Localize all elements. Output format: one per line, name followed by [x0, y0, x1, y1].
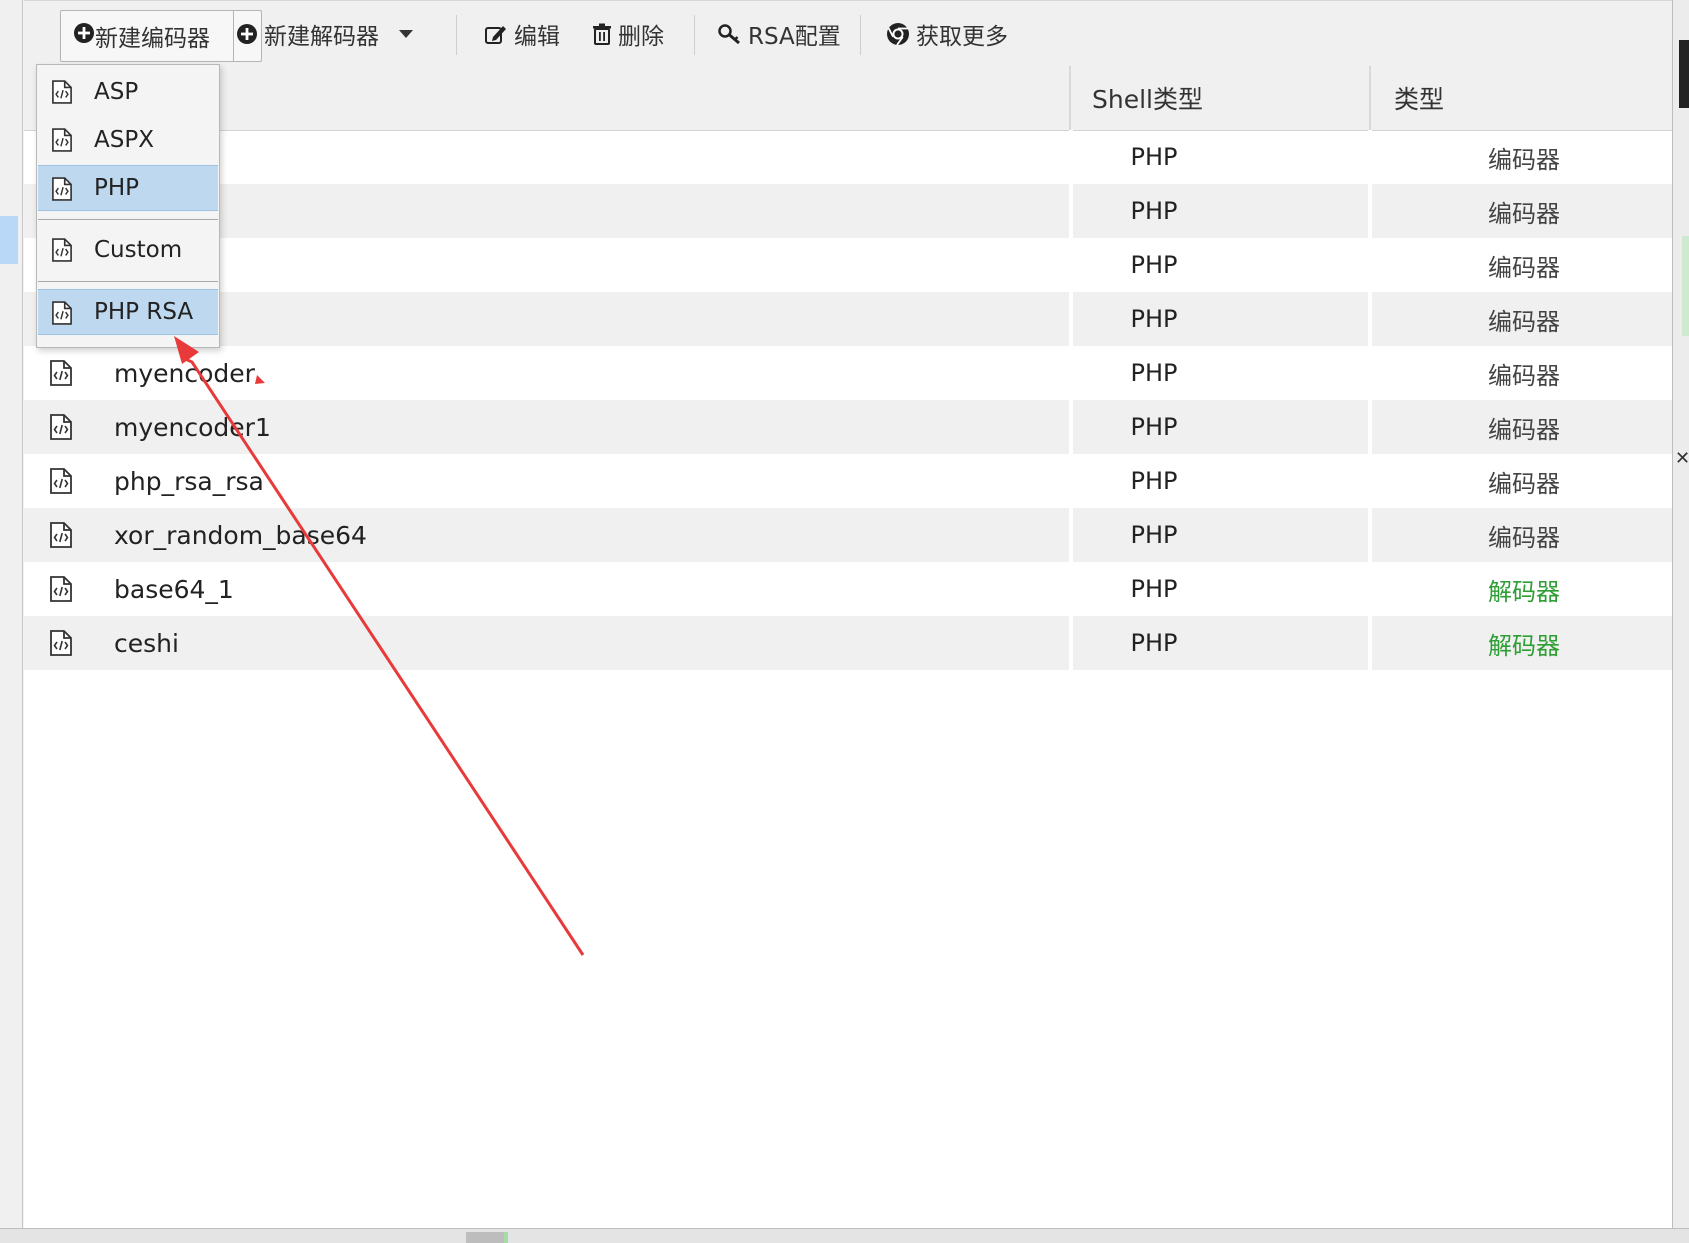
- row-type: 解码器: [1488, 577, 1560, 606]
- row-type: 编码器: [1488, 199, 1560, 228]
- row-type: 编码器: [1488, 523, 1560, 552]
- row-shell-type: PHP: [1130, 197, 1178, 225]
- key-icon: [718, 23, 742, 45]
- file-code-icon: [52, 238, 72, 268]
- table-row[interactable]: PHP 编码器: [24, 292, 1672, 346]
- menu-item-label: Custom: [94, 237, 183, 263]
- menu-item-label: ASP: [94, 79, 139, 105]
- left-panel-selection: [0, 216, 18, 264]
- menu-item-label: ASPX: [94, 127, 154, 153]
- plus-circle-icon: [236, 23, 258, 45]
- row-shell-type: PHP: [1130, 629, 1178, 657]
- new-decoder-button[interactable]: 新建解码器: [236, 1, 413, 67]
- row-shell-type: PHP: [1130, 467, 1178, 495]
- row-shell-type: PHP: [1130, 359, 1178, 387]
- row-name: php_rsa_rsa: [114, 466, 264, 496]
- table-row[interactable]: PHP 编码器: [24, 130, 1672, 184]
- table-row[interactable]: ceshi PHP 解码器: [24, 616, 1672, 670]
- row-name: myencoder: [114, 358, 255, 388]
- new-encoder-label: 新建编码器: [95, 26, 210, 52]
- menu-item-label: PHP: [94, 175, 140, 201]
- plus-circle-icon: [73, 22, 95, 50]
- row-shell-type: PHP: [1130, 521, 1178, 549]
- new-decoder-label: 新建解码器: [264, 24, 379, 50]
- file-code-icon: [52, 301, 72, 331]
- encoder-table: Shell类型 类型 PHP 编码器 PHP 编码器 PHP 编码器 PHP 编…: [24, 66, 1672, 1228]
- file-code-icon: [50, 360, 72, 390]
- row-type: 编码器: [1488, 145, 1560, 174]
- menu-divider: [38, 281, 218, 282]
- get-more-button[interactable]: 获取更多: [886, 1, 1008, 67]
- column-header-type[interactable]: 类型: [1394, 66, 1444, 130]
- trash-icon: [592, 23, 612, 45]
- table-row[interactable]: xor_random_base64 PHP 编码器: [24, 508, 1672, 562]
- table-header: Shell类型 类型: [24, 66, 1672, 131]
- edit-label: 编辑: [514, 24, 560, 50]
- file-code-icon: [52, 177, 72, 207]
- row-shell-type: PHP: [1130, 575, 1178, 603]
- table-row[interactable]: base64_1 PHP 解码器: [24, 562, 1672, 616]
- menu-item-php-rsa[interactable]: PHP RSA: [38, 289, 218, 335]
- menu-divider: [38, 219, 218, 220]
- table-row[interactable]: myencoder1 PHP 编码器: [24, 400, 1672, 454]
- row-shell-type: PHP: [1130, 305, 1178, 333]
- file-code-icon: [52, 80, 72, 110]
- row-name: myencoder1: [114, 412, 271, 442]
- row-name: base64_1: [114, 574, 234, 604]
- table-row[interactable]: PHP 编码器: [24, 184, 1672, 238]
- row-shell-type: PHP: [1130, 251, 1178, 279]
- row-type: 编码器: [1488, 307, 1560, 336]
- new-encoder-dropdown-menu: ASP ASPX PHP Custom PHP RSA: [36, 64, 220, 348]
- row-name: ceshi: [114, 628, 179, 658]
- delete-label: 删除: [618, 24, 664, 50]
- row-shell-type: PHP: [1130, 143, 1178, 171]
- scrollbar-thumb[interactable]: [466, 1232, 504, 1243]
- chrome-icon: [886, 22, 910, 46]
- menu-item-custom[interactable]: Custom: [38, 227, 218, 273]
- table-row[interactable]: PHP 编码器: [24, 238, 1672, 292]
- edit-icon: [484, 23, 508, 45]
- row-type: 编码器: [1488, 415, 1560, 444]
- get-more-label: 获取更多: [916, 24, 1008, 50]
- right-panel-edge: ✕: [1672, 0, 1689, 1242]
- table-row[interactable]: myencoder PHP 编码器: [24, 346, 1672, 400]
- menu-item-asp[interactable]: ASP: [38, 69, 218, 115]
- file-code-icon: [50, 414, 72, 444]
- new-encoder-button[interactable]: 新建编码器: [61, 11, 231, 61]
- close-icon[interactable]: ✕: [1675, 448, 1689, 469]
- row-type: 解码器: [1488, 631, 1560, 660]
- file-code-icon: [50, 576, 72, 606]
- row-shell-type: PHP: [1130, 413, 1178, 441]
- menu-item-label: PHP RSA: [94, 299, 194, 325]
- left-panel-edge: [0, 0, 23, 1242]
- file-code-icon: [52, 128, 72, 158]
- menu-item-php[interactable]: PHP: [38, 165, 218, 211]
- table-row[interactable]: php_rsa_rsa PHP 编码器: [24, 454, 1672, 508]
- file-code-icon: [50, 630, 72, 660]
- file-code-icon: [50, 522, 72, 552]
- rsa-config-button[interactable]: RSA配置: [718, 1, 841, 67]
- row-type: 编码器: [1488, 361, 1560, 390]
- delete-button[interactable]: 删除: [592, 1, 664, 67]
- column-header-shell-type[interactable]: Shell类型: [1092, 66, 1203, 130]
- horizontal-scrollbar[interactable]: [0, 1228, 1689, 1243]
- chevron-down-icon[interactable]: [399, 30, 413, 38]
- rsa-config-label: RSA配置: [748, 24, 841, 50]
- new-encoder-split-button[interactable]: 新建编码器: [60, 10, 262, 62]
- edit-button[interactable]: 编辑: [484, 1, 560, 67]
- file-code-icon: [50, 468, 72, 498]
- menu-item-aspx[interactable]: ASPX: [38, 117, 218, 163]
- row-name: xor_random_base64: [114, 520, 367, 550]
- row-type: 编码器: [1488, 469, 1560, 498]
- toolbar: 新建编码器 新建解码器 编辑 删除 RSA配置 获取更多: [24, 0, 1672, 68]
- row-type: 编码器: [1488, 253, 1560, 282]
